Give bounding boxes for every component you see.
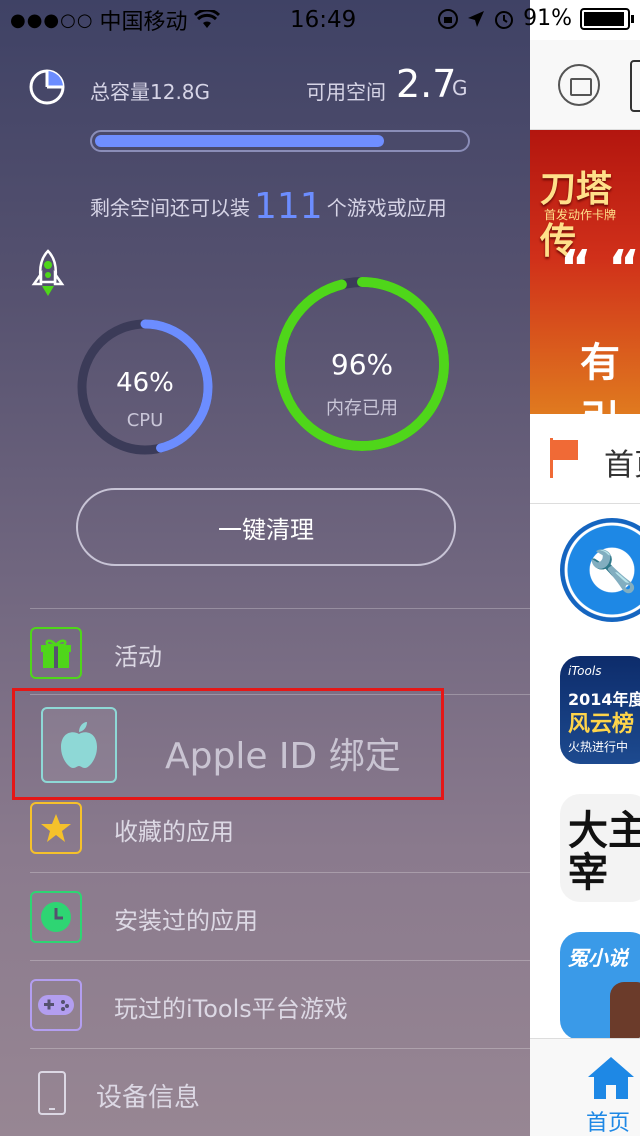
menu-item-activity[interactable]: 活动 bbox=[30, 608, 530, 694]
storage-total: 总容量12.8G bbox=[90, 80, 211, 104]
battery-icon bbox=[580, 7, 634, 30]
cpu-percent: 46% bbox=[116, 368, 174, 398]
flag-icon bbox=[552, 440, 578, 460]
storage-remaining-text: 剩余空间还可以装 111 个游戏或应用 bbox=[90, 186, 447, 227]
memory-percent: 96% bbox=[330, 348, 394, 381]
tab-home-label[interactable]: 首页 bbox=[586, 1105, 630, 1136]
peek-search-box[interactable] bbox=[630, 60, 640, 112]
storage-free-unit: G bbox=[452, 76, 468, 100]
phone-icon bbox=[38, 1071, 66, 1115]
menu-item-played-games-label: 玩过的iTools平台游戏 bbox=[114, 995, 348, 1023]
storage-free-label: 可用空间 bbox=[306, 80, 386, 104]
gift-icon bbox=[30, 627, 82, 679]
memory-gauge: 96% 内存已用 bbox=[272, 274, 452, 454]
rotation-lock-icon bbox=[438, 8, 459, 29]
peek-app2-brand: iTools bbox=[568, 664, 602, 678]
storage-free-value: 2.7 bbox=[396, 62, 457, 106]
menu-item-apple-id-label: Apple ID 绑定 bbox=[165, 736, 401, 777]
menu-item-played-games[interactable]: 玩过的iTools平台游戏 bbox=[30, 960, 530, 1046]
signal-strength-icon: ●●●○○ bbox=[10, 9, 94, 31]
wrench-icon: 🔧 bbox=[588, 549, 638, 595]
gamepad-icon bbox=[30, 979, 82, 1031]
one-click-clean-button[interactable]: 一键清理 bbox=[76, 488, 456, 566]
side-menu-panel: 总容量12.8G 可用空间 2.7 G 剩余空间还可以装 111 个游戏或应用 … bbox=[0, 0, 530, 1136]
storage-progress-fill bbox=[95, 135, 384, 147]
home-icon[interactable] bbox=[586, 1055, 636, 1101]
alarm-icon bbox=[495, 10, 514, 29]
pie-chart-icon bbox=[29, 69, 65, 105]
peek-app3-title: 大主宰 bbox=[568, 807, 640, 896]
peek-nav-row[interactable]: 首页 bbox=[530, 414, 640, 504]
peek-tab-bar: 首页 bbox=[530, 1038, 640, 1136]
cpu-gauge: 46% CPU bbox=[74, 316, 216, 458]
cpu-label: CPU bbox=[126, 410, 164, 431]
storage-remaining-prefix: 剩余空间还可以装 bbox=[90, 196, 250, 220]
shopping-bag-icon[interactable] bbox=[558, 64, 600, 106]
main-screen-peek[interactable]: 刀塔传 首发动作卡牌 “ “ 有引 首页 🔧 iTools 2014年度A 风云… bbox=[530, 0, 640, 1136]
carrier-name: 中国移动 bbox=[99, 10, 188, 35]
peek-app-dazhuzai[interactable]: 大主宰 bbox=[560, 794, 640, 902]
peek-app2-sub: 火热进行中 bbox=[568, 740, 629, 754]
peek-banner-sub: 首发动作卡牌 bbox=[544, 208, 617, 222]
peek-banner-quote: “ “ bbox=[560, 240, 640, 296]
clock-icon bbox=[30, 891, 82, 943]
peek-banner[interactable]: 刀塔传 首发动作卡牌 “ “ 有引 bbox=[530, 130, 640, 414]
menu-item-favorites[interactable]: 收藏的应用 bbox=[30, 784, 530, 870]
storage-remaining-suffix: 个游戏或应用 bbox=[326, 196, 447, 220]
rocket-icon[interactable] bbox=[28, 248, 68, 304]
apple-icon bbox=[41, 707, 117, 783]
peek-app4-figure bbox=[610, 982, 640, 1040]
status-time: 16:49 bbox=[290, 7, 357, 33]
menu-item-favorites-label: 收藏的应用 bbox=[114, 818, 234, 846]
status-bar: ●●●○○ 中国移动 16:49 91% bbox=[0, 0, 640, 40]
menu-item-device-info[interactable]: 设备信息 bbox=[30, 1048, 530, 1136]
location-arrow-icon bbox=[468, 10, 485, 27]
menu-item-activity-label: 活动 bbox=[114, 643, 162, 671]
star-icon bbox=[30, 802, 82, 854]
storage-progress-bar bbox=[90, 130, 470, 152]
menu-item-installed-label: 安装过的应用 bbox=[114, 907, 258, 935]
peek-app4-title: 冤小说 bbox=[568, 946, 628, 970]
peek-app-tool[interactable]: 🔧 bbox=[560, 518, 640, 622]
memory-label: 内存已用 bbox=[326, 398, 398, 419]
peek-top-bar bbox=[530, 40, 640, 130]
menu-item-installed[interactable]: 安装过的应用 bbox=[30, 872, 530, 958]
peek-app-comic[interactable]: 冤小说 bbox=[560, 932, 640, 1040]
menu-item-device-info-label: 设备信息 bbox=[96, 1083, 201, 1113]
peek-banner-big: 有引 bbox=[580, 340, 620, 414]
storage-remaining-count: 111 bbox=[254, 186, 323, 227]
wifi-icon bbox=[193, 10, 220, 28]
battery-percent: 91% bbox=[523, 6, 572, 31]
peek-nav-label: 首页 bbox=[604, 448, 640, 483]
peek-app-ranking[interactable]: iTools 2014年度A 风云榜 火热进行中 bbox=[560, 656, 640, 764]
peek-app2-title: 风云榜 bbox=[568, 712, 635, 737]
